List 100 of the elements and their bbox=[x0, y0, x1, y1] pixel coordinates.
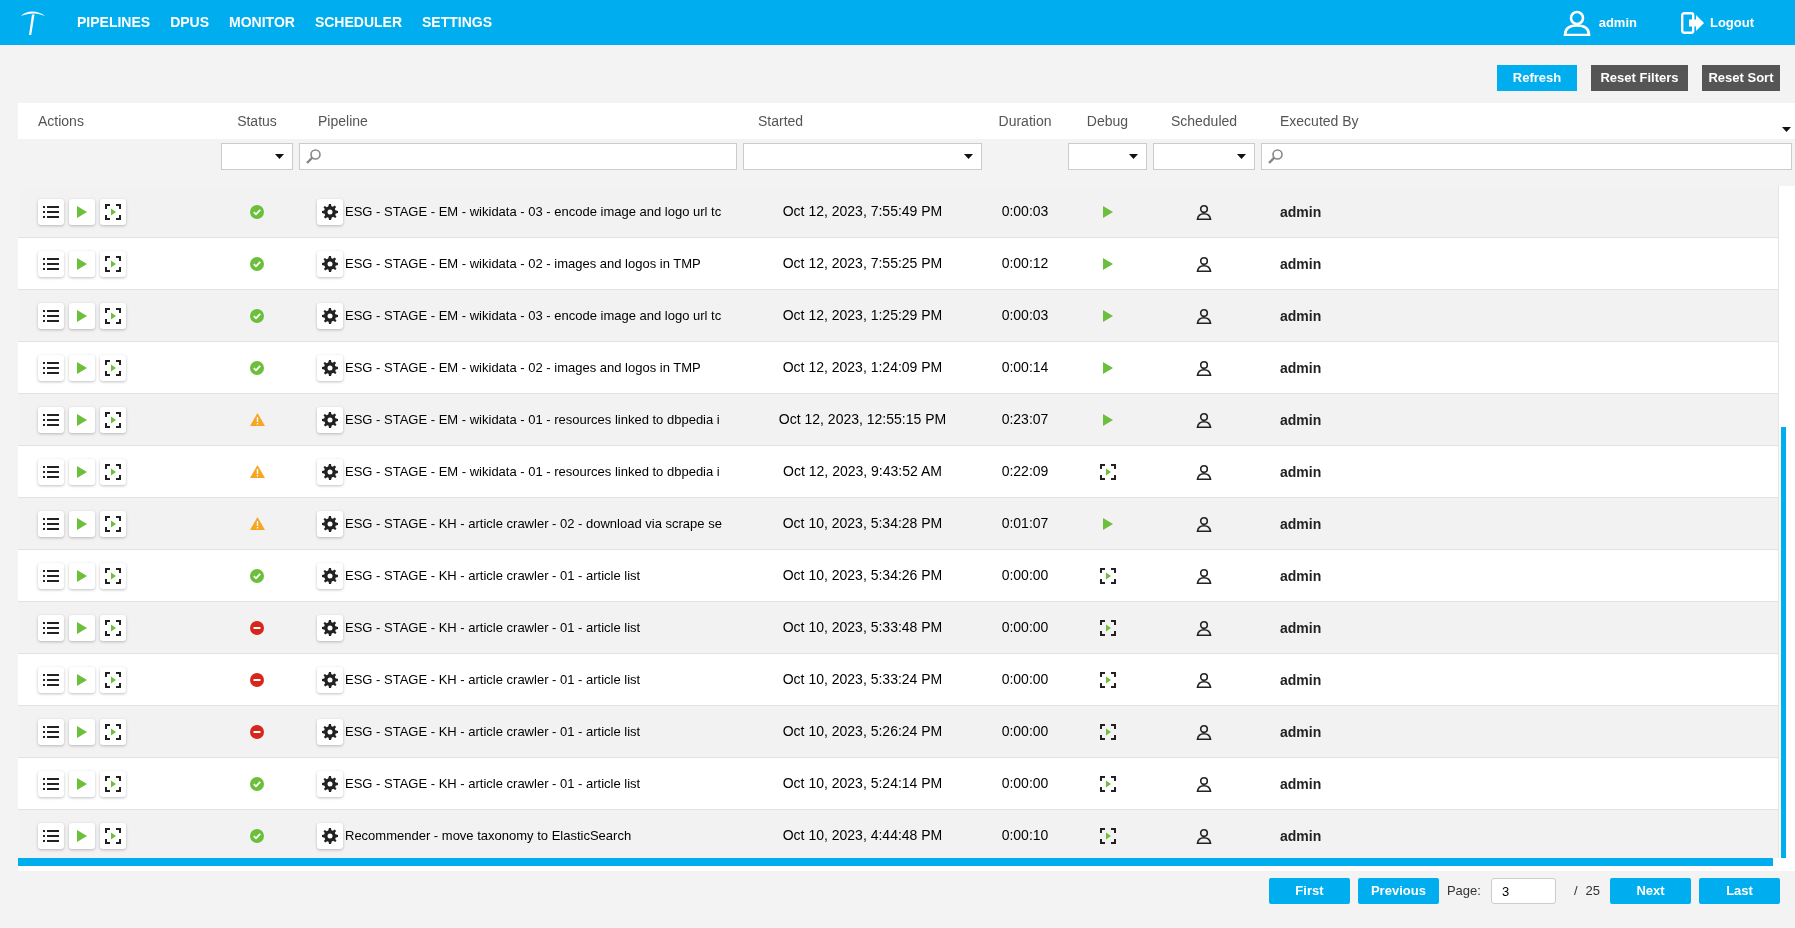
debug-button[interactable] bbox=[100, 822, 126, 849]
caret-icon bbox=[275, 154, 284, 159]
bracket-play-icon bbox=[105, 463, 121, 480]
details-button[interactable] bbox=[38, 562, 64, 589]
person-icon bbox=[1196, 723, 1212, 740]
duration: 0:00:00 bbox=[1001, 566, 1049, 585]
column-header[interactable]: Debug bbox=[1086, 110, 1129, 132]
page-separator: / bbox=[1573, 882, 1578, 901]
bracket-play-icon bbox=[1099, 827, 1116, 844]
pipeline-settings-button[interactable] bbox=[317, 770, 343, 797]
details-button[interactable] bbox=[38, 718, 64, 745]
debug-button[interactable] bbox=[100, 302, 126, 329]
executed-by: admin bbox=[1280, 203, 1322, 220]
column-header[interactable]: Executed By bbox=[1280, 110, 1359, 132]
details-button[interactable] bbox=[38, 198, 64, 225]
play-icon bbox=[1102, 517, 1113, 530]
debug-button[interactable] bbox=[100, 666, 126, 693]
pipeline-settings-button[interactable] bbox=[317, 458, 343, 485]
details-button[interactable] bbox=[38, 770, 64, 797]
debug-button[interactable] bbox=[100, 562, 126, 589]
pipeline-name[interactable]: ESG - STAGE - EM - wikidata - 03 - encode image and logo url tc bbox=[345, 305, 722, 326]
debug-button[interactable] bbox=[100, 770, 126, 797]
gear-icon bbox=[322, 827, 338, 844]
filter-search-field[interactable] bbox=[299, 143, 737, 170]
pipeline-name[interactable]: ESG - STAGE - KH - article crawler - 01 - article list bbox=[345, 773, 641, 794]
pipeline-name[interactable]: ESG - STAGE - KH - article crawler - 01 - article list bbox=[345, 565, 641, 586]
debug-button[interactable] bbox=[100, 458, 126, 485]
pipeline-settings-button[interactable] bbox=[317, 666, 343, 693]
caret-icon bbox=[1129, 154, 1138, 159]
pipeline-name[interactable]: ESG - STAGE - KH - article crawler - 01 - article list bbox=[345, 617, 641, 638]
bracket-play-icon bbox=[105, 307, 121, 324]
list-icon bbox=[43, 568, 59, 583]
logout-icon bbox=[1680, 11, 1705, 34]
toolbar-button[interactable]: Reset Sort bbox=[1702, 65, 1780, 91]
pipeline-settings-button[interactable] bbox=[317, 510, 343, 537]
debug-button[interactable] bbox=[100, 354, 126, 381]
column-header[interactable]: Status bbox=[237, 110, 277, 132]
page-number-field[interactable]: 3 bbox=[1490, 878, 1556, 904]
pipeline-settings-button[interactable] bbox=[317, 302, 343, 329]
pipeline-settings-button[interactable] bbox=[317, 822, 343, 849]
column-header[interactable]: Started bbox=[758, 110, 804, 132]
details-button[interactable] bbox=[38, 822, 64, 849]
pipeline-settings-button[interactable] bbox=[317, 354, 343, 381]
pipeline-settings-button[interactable] bbox=[317, 718, 343, 745]
debug-button[interactable] bbox=[100, 198, 126, 225]
duration: 0:22:09 bbox=[1001, 462, 1049, 481]
details-button[interactable] bbox=[38, 250, 64, 277]
pipeline-name[interactable]: Recommender - move taxonomy to ElasticSearch bbox=[345, 825, 632, 846]
duration: 0:00:00 bbox=[1001, 722, 1049, 741]
pickaxe-logo-icon bbox=[20, 9, 46, 36]
play-icon bbox=[77, 517, 87, 530]
details-button[interactable] bbox=[38, 614, 64, 641]
debug-button[interactable] bbox=[100, 250, 126, 277]
executed-by: admin bbox=[1280, 255, 1322, 272]
duration: 0:01:07 bbox=[1001, 514, 1049, 533]
started-time: Oct 10, 2023, 5:33:48 PM bbox=[782, 618, 943, 637]
pipeline-name[interactable]: ESG - STAGE - EM - wikidata - 01 - resources linked to dbpedia i bbox=[345, 461, 720, 482]
pipeline-name[interactable]: ESG - STAGE - KH - article crawler - 02 - download via scrape se bbox=[345, 513, 722, 534]
pipeline-settings-button[interactable] bbox=[317, 562, 343, 589]
pipeline-name[interactable]: ESG - STAGE - EM - wikidata - 02 - images and logos in TMP bbox=[345, 253, 701, 274]
bracket-play-icon bbox=[1099, 463, 1116, 480]
column-header[interactable]: Pipeline bbox=[318, 110, 368, 132]
list-icon bbox=[43, 412, 59, 427]
executed-by: admin bbox=[1280, 827, 1322, 844]
play-icon bbox=[77, 361, 87, 374]
pipeline-name[interactable]: ESG - STAGE - KH - article crawler - 01 - article list bbox=[345, 669, 641, 690]
pipeline-name[interactable]: ESG - STAGE - EM - wikidata - 01 - resources linked to dbpedia i bbox=[345, 409, 720, 430]
debug-button[interactable] bbox=[100, 718, 126, 745]
pipeline-settings-button[interactable] bbox=[317, 406, 343, 433]
details-button[interactable] bbox=[38, 510, 64, 537]
column-header[interactable]: Scheduled bbox=[1170, 110, 1238, 132]
details-button[interactable] bbox=[38, 354, 64, 381]
play-icon bbox=[1102, 205, 1113, 218]
bracket-play-icon bbox=[1099, 775, 1116, 792]
duration: 0:00:00 bbox=[1001, 618, 1049, 637]
pipeline-name[interactable]: ESG - STAGE - KH - article crawler - 01 - article list bbox=[345, 721, 641, 742]
pipeline-settings-button[interactable] bbox=[317, 250, 343, 277]
column-header[interactable]: Actions bbox=[38, 110, 84, 132]
filter-search-field[interactable] bbox=[1261, 143, 1792, 170]
toolbar-button[interactable]: Reset Filters bbox=[1591, 65, 1688, 91]
debug-button[interactable] bbox=[100, 614, 126, 641]
pipeline-name[interactable]: ESG - STAGE - EM - wikidata - 03 - encode image and logo url tc bbox=[345, 201, 722, 222]
pipeline-name[interactable]: ESG - STAGE - EM - wikidata - 02 - images and logos in TMP bbox=[345, 357, 701, 378]
debug-button[interactable] bbox=[100, 510, 126, 537]
details-button[interactable] bbox=[38, 458, 64, 485]
person-icon bbox=[1196, 203, 1212, 220]
gear-icon bbox=[322, 671, 338, 688]
details-button[interactable] bbox=[38, 302, 64, 329]
pipeline-settings-button[interactable] bbox=[317, 614, 343, 641]
play-icon bbox=[77, 309, 87, 322]
debug-button[interactable] bbox=[100, 406, 126, 433]
details-button[interactable] bbox=[38, 666, 64, 693]
details-button[interactable] bbox=[38, 406, 64, 433]
pipeline-settings-button[interactable] bbox=[317, 198, 343, 225]
duration: 0:00:00 bbox=[1001, 670, 1049, 689]
person-icon bbox=[1196, 255, 1212, 272]
caret-icon bbox=[964, 154, 973, 159]
column-header[interactable]: Duration bbox=[998, 110, 1052, 132]
horizontal-scrollbar[interactable] bbox=[18, 858, 1773, 866]
play-icon bbox=[77, 205, 87, 218]
